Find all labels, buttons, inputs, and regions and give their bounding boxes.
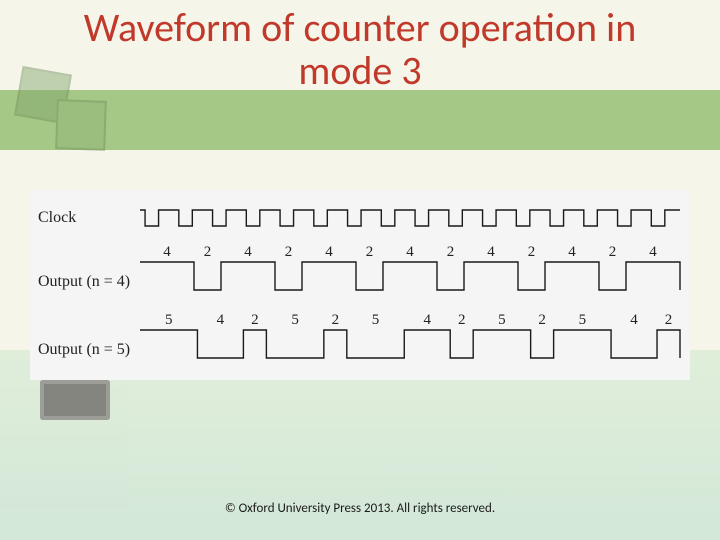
waveform-clock — [140, 210, 680, 226]
label-output-n5: Output (n = 5) — [38, 341, 130, 358]
count-label: 2 — [251, 312, 259, 328]
count-label: 4 — [244, 244, 252, 260]
slide-title: Waveform of counter operation in mode 3 — [0, 6, 720, 92]
count-label: 2 — [665, 312, 673, 328]
count-label: 4 — [649, 244, 657, 260]
count-label: 2 — [609, 244, 617, 260]
count-label: 2 — [458, 312, 466, 328]
count-label: 4 — [217, 312, 225, 328]
title-line-1: Waveform of counter operation in — [84, 3, 636, 52]
count-label: 5 — [291, 312, 299, 328]
count-label: 5 — [579, 312, 587, 328]
count-label: 4 — [630, 312, 638, 328]
count-label: 4 — [163, 244, 171, 260]
count-label: 2 — [204, 244, 212, 260]
waveform-output-n4: 4 2 4 2 4 2 4 2 4 2 4 2 4 — [140, 244, 680, 290]
copyright-text: © Oxford University Press 2013. All righ… — [0, 501, 720, 516]
count-label: 5 — [498, 312, 506, 328]
count-label: 2 — [538, 312, 546, 328]
count-label: 2 — [332, 312, 340, 328]
count-label: 4 — [487, 244, 495, 260]
label-clock: Clock — [38, 209, 76, 226]
label-output-n4: Output (n = 4) — [38, 273, 130, 290]
count-label: 2 — [447, 244, 455, 260]
count-label: 4 — [423, 312, 431, 328]
count-label: 4 — [325, 244, 333, 260]
count-label: 2 — [285, 244, 293, 260]
count-label: 2 — [366, 244, 374, 260]
count-label: 2 — [528, 244, 536, 260]
count-label: 5 — [165, 312, 173, 328]
count-label: 4 — [568, 244, 576, 260]
timing-diagram: Clock Output (n = 4) Output (n = 5) 4 2 4 2… — [30, 190, 690, 380]
title-line-2: mode 3 — [298, 46, 421, 95]
count-label: 4 — [406, 244, 414, 260]
waveform-output-n5: 5 4 2 5 2 5 4 2 5 2 5 4 2 — [140, 312, 680, 358]
count-label: 5 — [372, 312, 380, 328]
slide: Waveform of counter operation in mode 3 … — [0, 0, 720, 540]
